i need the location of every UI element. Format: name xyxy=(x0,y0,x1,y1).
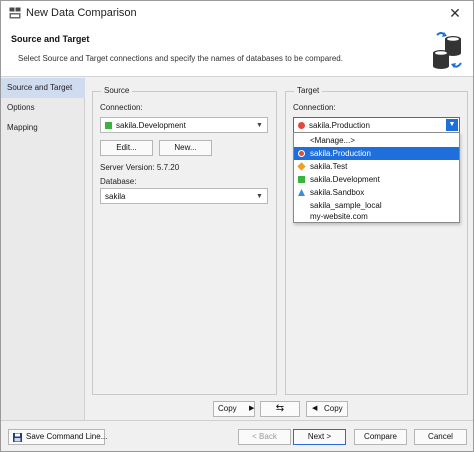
target-connection-select[interactable]: sakila.Production ▼ xyxy=(293,117,460,133)
app-icon xyxy=(9,7,21,19)
save-command-line-button[interactable]: Save Command Line... xyxy=(8,429,107,445)
window-title: New Data Comparison xyxy=(26,7,137,19)
dropdown-item-sandbox[interactable]: sakila.Sandbox xyxy=(294,186,459,199)
nav-item-options[interactable]: Options xyxy=(1,98,85,118)
page-description: Select Source and Target connections and… xyxy=(18,54,343,63)
title-bar: New Data Comparison ✕ xyxy=(1,1,473,25)
new-connection-button[interactable]: New... xyxy=(159,140,212,156)
wizard-header: Source and Target Select Source and Targ… xyxy=(1,25,473,77)
back-button[interactable]: < Back xyxy=(238,429,291,445)
chevron-down-icon[interactable]: ▼ xyxy=(446,119,458,131)
nav-item-mapping[interactable]: Mapping xyxy=(1,118,85,138)
sandbox-triangle-icon xyxy=(298,189,305,196)
wizard-navigation: Source and Target Options Mapping xyxy=(1,78,85,420)
arrow-right-icon: ▶ xyxy=(249,405,255,412)
page-title: Source and Target xyxy=(11,34,90,44)
production-circle-icon xyxy=(298,150,305,157)
development-square-icon xyxy=(105,122,112,129)
chevron-down-icon: ▼ xyxy=(256,122,263,129)
dropdown-item-my-website[interactable]: my-website.com xyxy=(294,210,459,223)
close-button[interactable]: ✕ xyxy=(441,4,469,22)
target-connection-value: sakila.Production xyxy=(309,121,370,130)
arrow-left-icon: ◀ xyxy=(312,405,318,412)
dropdown-item-production[interactable]: sakila.Production xyxy=(294,147,459,160)
target-legend: Target xyxy=(294,86,323,95)
edit-connection-button[interactable]: Edit... xyxy=(100,140,153,156)
compare-button[interactable]: Compare xyxy=(354,429,407,445)
source-database-label: Database: xyxy=(100,177,137,186)
chevron-down-icon: ▼ xyxy=(256,193,263,200)
source-database-select[interactable]: sakila ▼ xyxy=(100,188,268,204)
source-group: Source xyxy=(92,86,277,395)
nav-item-source-and-target[interactable]: Source and Target xyxy=(1,78,85,98)
test-diamond-icon xyxy=(297,162,306,171)
next-button[interactable]: Next > xyxy=(293,429,346,445)
dropdown-item-manage[interactable]: <Manage...> xyxy=(294,134,459,147)
source-connection-label: Connection: xyxy=(100,103,143,112)
target-connection-dropdown: <Manage...> sakila.Production sakila.Tes… xyxy=(293,132,460,223)
copy-to-source-button[interactable]: ◀ Copy xyxy=(306,401,348,417)
source-connection-select[interactable]: sakila.Development ▼ xyxy=(100,117,268,133)
production-circle-icon xyxy=(298,122,305,129)
new-data-comparison-window: New Data Comparison ✕ Source and Target … xyxy=(0,0,474,452)
source-database-value: sakila xyxy=(105,192,126,201)
target-connection-label: Connection: xyxy=(293,103,336,112)
server-version-text: Server Version: 5.7.20 xyxy=(100,163,180,172)
database-compare-icon xyxy=(433,32,462,69)
development-square-icon xyxy=(298,176,305,183)
dropdown-item-development[interactable]: sakila.Development xyxy=(294,173,459,186)
source-connection-value: sakila.Development xyxy=(116,121,186,130)
swap-connections-button[interactable]: ⇆ xyxy=(260,401,300,417)
save-icon xyxy=(13,433,22,442)
cancel-button[interactable]: Cancel xyxy=(414,429,467,445)
dropdown-item-test[interactable]: sakila.Test xyxy=(294,160,459,173)
source-legend: Source xyxy=(101,86,133,95)
copy-to-target-button[interactable]: ▶ Copy xyxy=(213,401,255,417)
